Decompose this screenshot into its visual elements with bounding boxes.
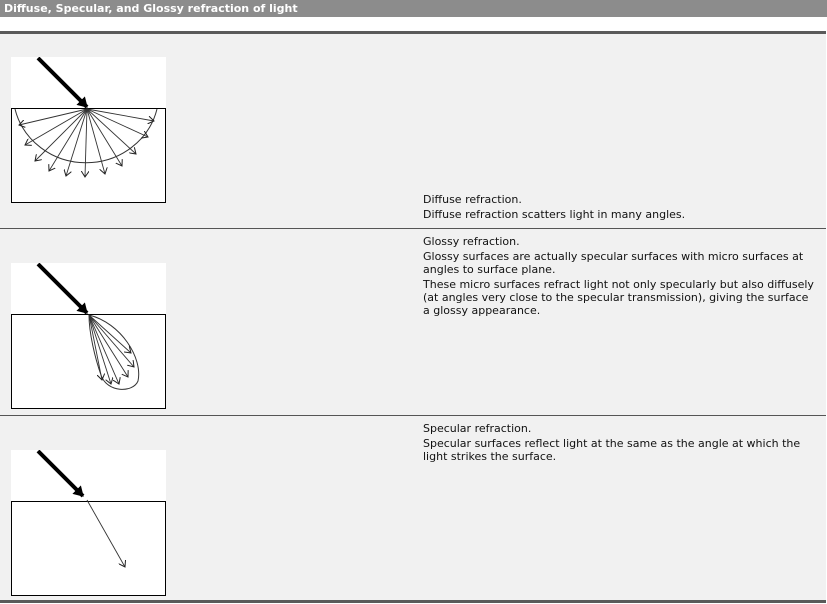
row-heading: Glossy refraction. bbox=[423, 235, 520, 248]
table-row: Diffuse refraction. Diffuse refraction s… bbox=[0, 34, 826, 228]
diffuse-description: Diffuse refraction. Diffuse refraction s… bbox=[423, 193, 818, 223]
glossy-description: Glossy refraction. Glossy surfaces are a… bbox=[423, 235, 818, 319]
row-text: These micro surfaces refract light not o… bbox=[423, 278, 814, 317]
specular-description: Specular refraction. Specular surfaces r… bbox=[423, 422, 818, 465]
row-heading: Diffuse refraction. bbox=[423, 193, 522, 206]
table-row: Glossy refraction. Glossy surfaces are a… bbox=[0, 229, 826, 415]
row-text: Specular surfaces reflect light at the s… bbox=[423, 437, 801, 463]
row-heading: Specular refraction. bbox=[423, 422, 532, 435]
refraction-table: Diffuse refraction. Diffuse refraction s… bbox=[0, 31, 826, 603]
section-title: Diffuse, Specular, and Glossy refraction… bbox=[0, 0, 827, 17]
row-text: Diffuse refraction scatters light in man… bbox=[423, 208, 686, 221]
diffuse-refraction-diagram bbox=[11, 57, 166, 203]
table-row: Specular refraction. Specular surfaces r… bbox=[0, 416, 826, 603]
glossy-refraction-diagram bbox=[11, 263, 166, 409]
row-text: Glossy surfaces are actually specular su… bbox=[423, 250, 804, 276]
specular-refraction-diagram bbox=[11, 450, 166, 596]
